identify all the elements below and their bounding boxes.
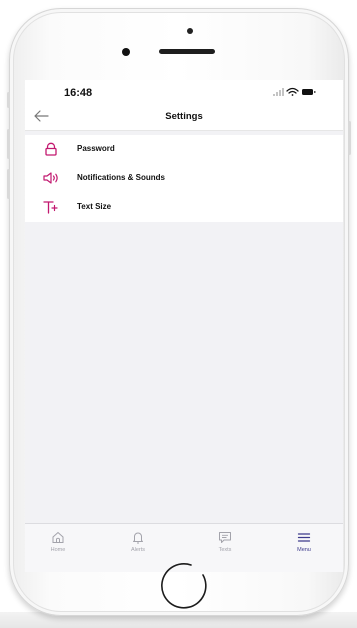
- tab-label: Alerts: [130, 547, 146, 553]
- speaker-icon: [43, 172, 58, 184]
- mute-switch: [7, 92, 10, 108]
- menu-item-label: Notifications & Sounds: [77, 173, 165, 182]
- earpiece-speaker: [159, 49, 215, 54]
- menu-item-label: Text Size: [77, 202, 112, 211]
- tab-label: Home: [50, 547, 66, 553]
- tab-alerts[interactable]: Alerts: [108, 531, 168, 553]
- tab-home[interactable]: Home: [28, 531, 88, 553]
- menu-item-password[interactable]: Password: [25, 135, 343, 164]
- menu-item-notifications[interactable]: Notifications & Sounds: [25, 164, 343, 193]
- phone-screen: 16:48 Settings Password Notifications & …: [25, 80, 343, 572]
- bell-icon: [133, 532, 143, 544]
- tab-menu[interactable]: Menu: [274, 531, 334, 553]
- menu-item-label: Password: [77, 144, 115, 153]
- power-button: [348, 121, 351, 155]
- home-icon: [52, 531, 64, 543]
- battery-icon: [302, 89, 316, 95]
- signal-icon: [273, 88, 284, 96]
- volume-up-button: [7, 129, 10, 159]
- text-size-icon: [43, 201, 58, 214]
- home-button[interactable]: [158, 559, 208, 609]
- status-icons: [273, 87, 316, 96]
- navigation-bar: Settings: [25, 102, 343, 131]
- menu-icon: [297, 533, 311, 542]
- page-title: Settings: [165, 111, 203, 122]
- proximity-sensor: [122, 48, 130, 56]
- tab-label: Menu: [297, 547, 311, 553]
- tab-label: Texts: [218, 547, 232, 553]
- settings-menu-list: Password Notifications & Sounds Text Siz…: [25, 135, 343, 222]
- wifi-icon: [286, 87, 299, 96]
- status-bar: 16:48: [25, 80, 343, 102]
- lock-icon: [45, 142, 57, 156]
- tab-texts[interactable]: Texts: [195, 531, 255, 553]
- volume-down-button: [7, 169, 10, 199]
- menu-item-text-size[interactable]: Text Size: [25, 193, 343, 222]
- message-icon: [219, 532, 231, 543]
- front-camera: [187, 28, 193, 34]
- status-time: 16:48: [64, 87, 93, 99]
